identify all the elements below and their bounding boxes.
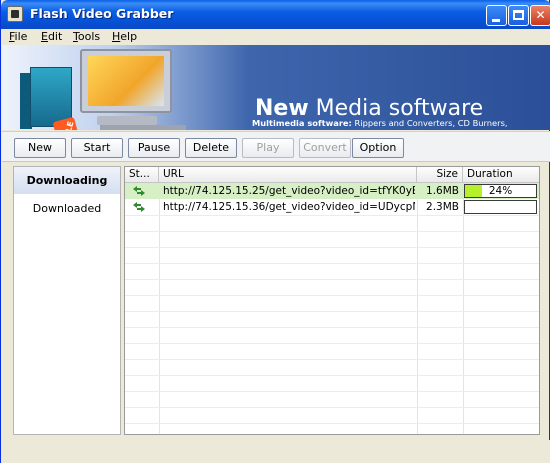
column-url[interactable]: URL [159, 167, 417, 182]
grid-line [125, 279, 539, 280]
option-button[interactable]: Option [352, 138, 404, 158]
column-status[interactable]: St... [125, 167, 159, 182]
maximize-button[interactable] [508, 5, 529, 26]
progress-label [465, 201, 536, 213]
toolbar: New Start Pause Delete Play Convert Opti… [2, 131, 550, 162]
grid-line [125, 391, 539, 392]
download-list[interactable]: St... URL Size Duration http://74.125.15… [124, 166, 540, 435]
start-button[interactable]: Start [71, 138, 123, 158]
banner-description: Multimedia software: Rippers and Convert… [252, 118, 508, 130]
grid-line [125, 231, 539, 232]
pause-button[interactable]: Pause [128, 138, 180, 158]
close-icon: ✕ [535, 8, 546, 22]
minimize-button[interactable] [486, 5, 507, 26]
row-url: http://74.125.15.25/get_video?video_id=t… [163, 185, 415, 197]
new-button[interactable]: New [14, 138, 66, 158]
promo-banner[interactable]: SALE New Media software Multimedia softw… [2, 45, 550, 130]
maximize-icon [513, 10, 524, 20]
column-size[interactable]: Size [417, 167, 463, 182]
row-size: 2.3MB [426, 201, 459, 213]
category-panel: Downloading Downloaded [13, 166, 121, 435]
window-title: Flash Video Grabber [30, 6, 174, 21]
close-button[interactable]: ✕ [530, 5, 550, 26]
grid-line [125, 423, 539, 424]
title-bar[interactable]: Flash Video Grabber ✕ [1, 0, 550, 29]
menu-tools[interactable]: Tools [73, 30, 100, 43]
row-url: http://74.125.15.36/get_video?video_id=U… [163, 201, 415, 213]
grid-line [125, 327, 539, 328]
play-button[interactable]: Play [242, 138, 294, 158]
menu-bar: File Edit Tools Help [1, 29, 550, 45]
app-icon[interactable] [7, 6, 23, 22]
menu-file[interactable]: File [9, 30, 27, 43]
grid-line [125, 375, 539, 376]
convert-button[interactable]: Convert [299, 138, 351, 158]
downloading-status-icon [133, 202, 145, 212]
grid-line [125, 343, 539, 344]
menu-edit[interactable]: Edit [41, 30, 62, 43]
list-header: St... URL Size Duration [125, 167, 539, 183]
grid-line [125, 407, 539, 408]
tab-downloaded[interactable]: Downloaded [14, 195, 120, 222]
grid-line [125, 359, 539, 360]
grid-line [125, 311, 539, 312]
progress-label: 24% [488, 185, 513, 197]
grid-line [125, 247, 539, 248]
table-row[interactable]: http://74.125.15.25/get_video?video_id=t… [125, 183, 539, 199]
menu-help[interactable]: Help [112, 30, 137, 43]
minimize-icon [492, 19, 500, 22]
grid-line [125, 215, 539, 216]
downloading-status-icon [133, 186, 145, 196]
download-progress-bar: 24% [464, 184, 537, 198]
grid-line [125, 263, 539, 264]
table-row[interactable]: http://74.125.15.36/get_video?video_id=U… [125, 199, 539, 215]
row-size: 1.6MB [426, 185, 459, 197]
tab-downloading[interactable]: Downloading [14, 167, 120, 194]
monitor-illustration [80, 49, 172, 113]
grid-line [125, 295, 539, 296]
app-window: Flash Video Grabber ✕ File Edit Tools He… [0, 0, 550, 463]
delete-button[interactable]: Delete [185, 138, 237, 158]
bottom-area [1, 440, 550, 463]
download-progress-bar [464, 200, 537, 214]
column-duration[interactable]: Duration [463, 167, 539, 182]
